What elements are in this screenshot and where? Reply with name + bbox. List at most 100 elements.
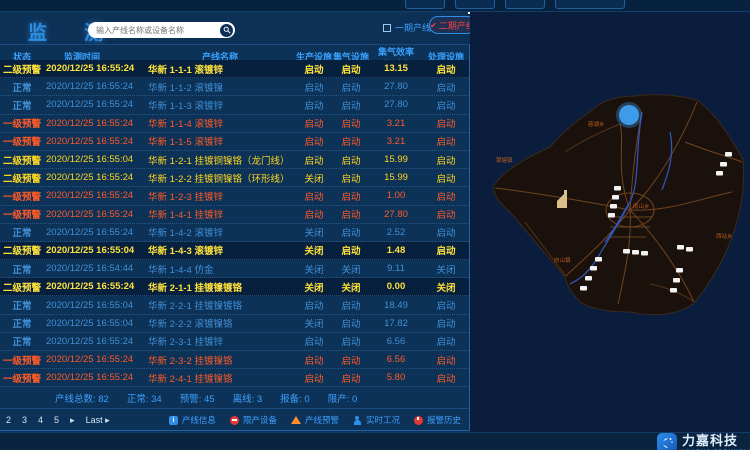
page-number[interactable]: 4 — [38, 415, 43, 425]
cell-status: 一级预警 — [0, 353, 44, 367]
cell-time: 2020/12/25 16:55:04 — [44, 245, 146, 256]
top-tab[interactable] — [505, 0, 545, 9]
cell-line: 华新 1-1-5 滚镀锌 — [146, 134, 296, 148]
search-icon — [223, 26, 231, 34]
map-marker[interactable] — [610, 204, 617, 209]
map-marker[interactable] — [677, 245, 684, 250]
cell-status: 正常 — [0, 334, 44, 348]
table-row[interactable]: 正常2020/12/25 16:55:24华新 1-1-3 滚镀锌启动启动27.… — [0, 96, 469, 114]
cell-time: 2020/12/25 16:55:24 — [44, 99, 146, 110]
map-label: 银塘镇 — [496, 156, 513, 164]
map-marker[interactable] — [612, 195, 619, 200]
page-number[interactable]: 3 — [22, 415, 27, 425]
cell-treat: 关闭 — [422, 280, 470, 294]
search-input[interactable] — [96, 26, 220, 35]
cell-treat: 启动 — [422, 116, 470, 130]
cell-gas: 启动 — [332, 189, 370, 203]
legend-button-person[interactable]: 实时工况 — [353, 414, 400, 426]
top-tab[interactable] — [455, 0, 495, 9]
table-row[interactable]: 正常2020/12/25 16:55:04华新 2-2-2 滚镀镍铬关闭启动17… — [0, 315, 469, 333]
search-button[interactable] — [220, 24, 233, 37]
cell-line: 华新 1-2-1 挂镀铜镍铬（龙门线） — [146, 153, 296, 167]
cell-line: 华新 1-2-2 挂镀铜镍铬（环形线） — [146, 171, 296, 185]
table-row[interactable]: 二级预警2020/12/25 16:55:04华新 1-2-1 挂镀铜镍铬（龙门… — [0, 151, 469, 169]
page-number[interactable]: 2 — [6, 415, 11, 425]
table-row[interactable]: 一级预警2020/12/25 16:55:24华新 2-4-1 挂镀镍铬启动启动… — [0, 369, 469, 387]
map-marker[interactable] — [632, 250, 639, 255]
map-marker[interactable] — [641, 251, 648, 256]
district-map: 慈湖乡银塘镇雨山乡向山镇西站乡 — [470, 12, 750, 432]
table-row[interactable]: 一级预警2020/12/25 16:55:24华新 2-3-2 挂镀镍铬启动启动… — [0, 351, 469, 369]
map-panel[interactable]: 慈湖乡银塘镇雨山乡向山镇西站乡 — [470, 12, 750, 432]
map-marker[interactable] — [608, 213, 615, 218]
table-row[interactable]: 二级预警2020/12/25 16:55:04华新 1-4-3 滚镀锌关闭启动1… — [0, 242, 469, 260]
map-marker[interactable] — [623, 249, 630, 254]
cell-eff: 5.80 — [370, 372, 422, 383]
map-marker[interactable] — [580, 286, 587, 291]
legend-button-alarm-history[interactable]: 报警历史 — [414, 414, 461, 426]
cell-status: 一级预警 — [0, 134, 44, 148]
table-row[interactable]: 正常2020/12/25 16:54:44华新 1-4-4 仿金关闭关闭9.11… — [0, 260, 469, 278]
table-row[interactable]: 二级预警2020/12/25 16:55:24华新 2-1-1 挂镀镍镀铬关闭关… — [0, 278, 469, 296]
map-marker[interactable] — [720, 162, 727, 167]
cell-line: 华新 1-4-2 滚镀锌 — [146, 225, 296, 239]
map-marker-blue[interactable] — [619, 105, 639, 125]
cell-line: 华新 1-1-1 滚镀锌 — [146, 62, 296, 76]
table-row[interactable]: 二级预警2020/12/25 16:55:24华新 1-2-2 挂镀铜镍铬（环形… — [0, 169, 469, 187]
top-tab[interactable] — [555, 0, 625, 9]
cell-prod: 关闭 — [296, 316, 332, 330]
legend-label: 限产设备 — [243, 414, 277, 426]
cell-time: 2020/12/25 16:55:24 — [44, 372, 146, 383]
table-row[interactable]: 正常2020/12/25 16:55:24华新 1-1-2 滚镀镍启动启动27.… — [0, 78, 469, 96]
cell-status: 二级预警 — [0, 171, 44, 185]
phase1-checkbox[interactable]: 一期产线 — [383, 21, 431, 34]
map-marker[interactable] — [595, 257, 602, 262]
map-marker[interactable] — [725, 152, 732, 157]
map-marker[interactable] — [716, 171, 723, 176]
table-row[interactable]: 正常2020/12/25 16:55:24华新 1-4-2 滚镀锌关闭启动2.5… — [0, 224, 469, 242]
cell-treat: 启动 — [422, 171, 470, 185]
last-page-button[interactable]: Last ▸ — [86, 415, 110, 426]
top-strip — [0, 0, 750, 12]
map-marker[interactable] — [590, 266, 597, 271]
cell-eff: 17.82 — [370, 318, 422, 329]
next-page-button[interactable]: ▸ — [70, 415, 75, 426]
legend-button-restrict[interactable]: 限产设备 — [230, 414, 277, 426]
top-tab[interactable] — [405, 0, 445, 9]
cell-gas: 启动 — [332, 116, 370, 130]
map-marker[interactable] — [670, 288, 677, 293]
cell-prod: 启动 — [296, 134, 332, 148]
district-polygon — [493, 95, 744, 315]
map-marker[interactable] — [585, 276, 592, 281]
cell-time: 2020/12/25 16:55:24 — [44, 336, 146, 347]
footer-legend: i产线信息 限产设备 产线预警 实时工况 报警历史 — [169, 414, 461, 426]
cell-line: 华新 1-1-4 滚镀锌 — [146, 116, 296, 130]
map-marker[interactable] — [676, 268, 683, 273]
map-marker[interactable] — [673, 278, 680, 283]
legend-button-info[interactable]: i产线信息 — [169, 414, 216, 426]
table-row[interactable]: 一级预警2020/12/25 16:55:24华新 1-1-4 滚镀锌启动启动3… — [0, 115, 469, 133]
cell-status: 正常 — [0, 262, 44, 276]
cell-treat: 启动 — [422, 153, 470, 167]
cell-treat: 启动 — [422, 80, 470, 94]
cell-status: 一级预警 — [0, 371, 44, 385]
table-row[interactable]: 二级预警2020/12/25 16:55:24华新 1-1-1 滚镀锌启动启动1… — [0, 60, 469, 78]
cell-eff: 13.15 — [370, 63, 422, 74]
cell-prod: 启动 — [296, 371, 332, 385]
map-label: 西站乡 — [716, 232, 733, 240]
cell-prod: 关闭 — [296, 171, 332, 185]
map-marker[interactable] — [686, 247, 693, 252]
cell-time: 2020/12/25 16:55:24 — [44, 227, 146, 238]
table-row[interactable]: 一级预警2020/12/25 16:55:24华新 1-1-5 滚镀锌启动启动3… — [0, 133, 469, 151]
table-row[interactable]: 正常2020/12/25 16:55:04华新 2-2-1 挂镀镍镀铬启动启动1… — [0, 296, 469, 314]
table-row[interactable]: 正常2020/12/25 16:55:24华新 2-3-1 挂镀锌启动启动6.5… — [0, 333, 469, 351]
cell-line: 华新 1-1-2 滚镀镍 — [146, 80, 296, 94]
cell-prod: 关闭 — [296, 243, 332, 257]
map-marker[interactable] — [614, 186, 621, 191]
table-row[interactable]: 一级预警2020/12/25 16:55:24华新 1-4-1 挂镀锌启动启动2… — [0, 206, 469, 224]
cell-gas: 启动 — [332, 134, 370, 148]
page-number[interactable]: 5 — [54, 415, 59, 425]
cell-treat: 启动 — [422, 225, 470, 239]
table-row[interactable]: 一级预警2020/12/25 16:55:24华新 1-2-3 挂镀锌启动启动1… — [0, 187, 469, 205]
legend-button-warning-triangle[interactable]: 产线预警 — [291, 414, 339, 426]
